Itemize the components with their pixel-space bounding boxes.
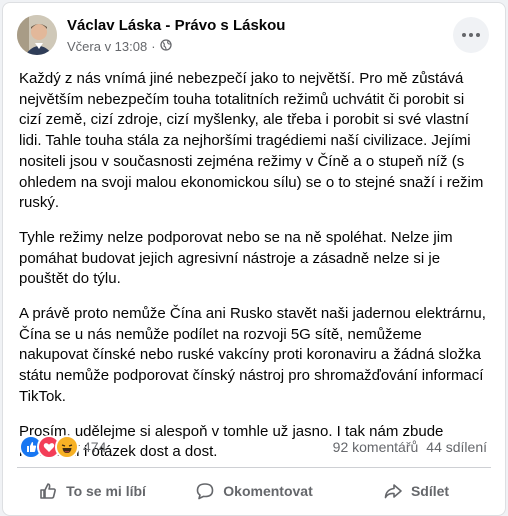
comments-count-link[interactable]: 92 komentářů	[333, 439, 419, 455]
like-button[interactable]: To se mi líbí	[11, 471, 173, 511]
author-name[interactable]: Václav Láska - Právo s Láskou	[67, 17, 285, 34]
more-options-icon	[462, 33, 480, 37]
meta-separator: ·	[151, 39, 156, 54]
post-paragraph: Tyhle režimy nelze podporovat nebo se na…	[19, 228, 453, 288]
thumbs-up-icon	[40, 483, 56, 499]
post-paragraph: A právě proto nemůže Čína ani Rusko stav…	[19, 305, 486, 405]
shares-count-link[interactable]: 44 sdílení	[426, 439, 487, 455]
post-timestamp[interactable]: Včera v 13:08	[67, 39, 147, 54]
reactions-bar: 474 92 komentářů 44 sdílení	[19, 435, 489, 459]
comment-label: Okomentovat	[223, 483, 313, 499]
post-actions: To se mi líbí Okomentovat Sdílet	[11, 471, 497, 511]
post-header: Václav Láska - Právo s Láskou Včera v 13…	[17, 13, 495, 61]
globe-icon	[159, 39, 172, 54]
share-label: Sdílet	[410, 483, 450, 499]
post-meta: Včera v 13:08 ·	[67, 39, 172, 54]
more-options-button[interactable]	[453, 17, 489, 53]
post-stats: 92 komentářů 44 sdílení	[333, 439, 487, 455]
share-button[interactable]: Sdílet	[335, 471, 497, 511]
reaction-icons[interactable]	[19, 435, 79, 459]
reaction-count[interactable]: 474	[83, 439, 106, 455]
post-paragraph: Každý z nás vnímá jiné nebezpečí jako to…	[19, 70, 484, 212]
author-avatar[interactable]	[17, 15, 57, 55]
post-body: Každý z nás vnímá jiné nebezpečí jako to…	[19, 69, 489, 477]
comment-icon	[196, 483, 214, 500]
post-card: Václav Láska - Právo s Láskou Včera v 13…	[2, 2, 506, 516]
like-label: To se mi líbí	[66, 483, 146, 499]
comment-button[interactable]: Okomentovat	[173, 471, 335, 511]
actions-divider	[17, 467, 491, 468]
share-icon	[384, 484, 402, 499]
haha-reaction-icon	[55, 435, 79, 459]
